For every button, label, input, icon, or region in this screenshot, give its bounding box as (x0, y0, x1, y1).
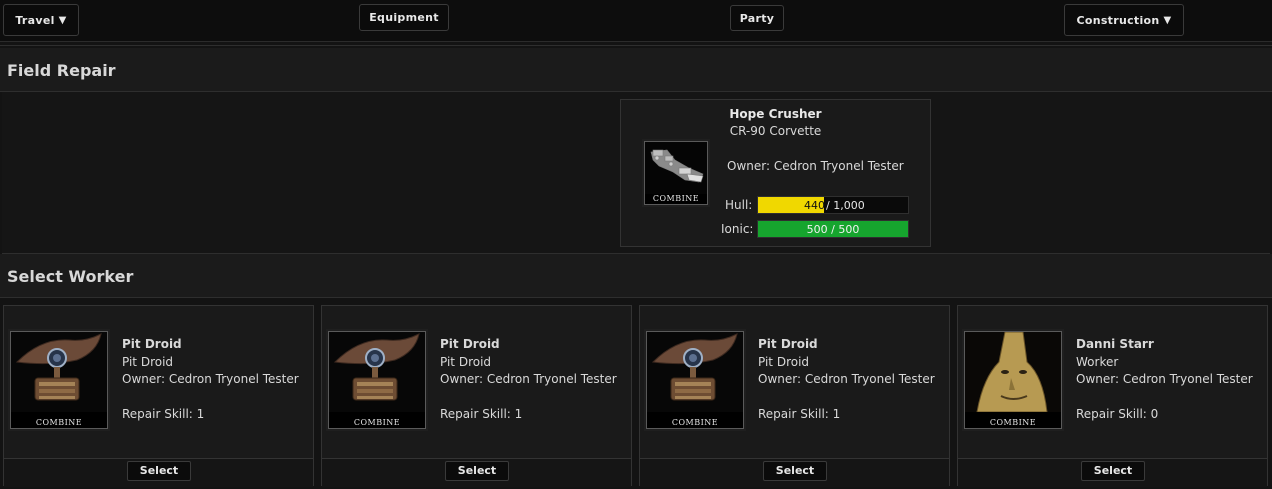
travel-menu-button[interactable]: Travel ▼ (3, 4, 79, 36)
ionic-value: 500 / 500 (806, 223, 860, 236)
hull-value: 440 (804, 199, 825, 212)
worker-repair-skill: Repair Skill: 0 (1076, 407, 1159, 421)
worker-portrait[interactable]: COMBINE (10, 331, 108, 429)
worker-owner: Owner: Cedron Tryonel Tester (122, 372, 299, 386)
select-worker-title: Select Worker (7, 267, 134, 286)
combine-badge: COMBINE (647, 417, 743, 428)
ship-owner: Owner: Cedron Tryonel Tester (727, 159, 904, 173)
hull-max: / 1,000 (826, 199, 865, 212)
combine-badge: COMBINE (645, 193, 707, 204)
select-worker-button[interactable]: Select (1081, 461, 1145, 481)
construction-menu-button[interactable]: Construction ▼ (1064, 4, 1184, 36)
worker-owner: Owner: Cedron Tryonel Tester (1076, 372, 1253, 386)
party-button[interactable]: Party (730, 5, 784, 31)
ship-name: Hope Crusher (729, 107, 822, 121)
equipment-button[interactable]: Equipment (359, 4, 449, 31)
pit-droid-icon (11, 332, 107, 412)
worker-name: Pit Droid (440, 337, 500, 351)
pit-droid-icon (329, 332, 425, 412)
top-navigation: Travel ▼ Equipment Party Construction ▼ (0, 0, 1272, 42)
worker-type: Pit Droid (122, 355, 174, 369)
worker-name: Pit Droid (758, 337, 818, 351)
worker-name: Pit Droid (122, 337, 182, 351)
select-worker-button[interactable]: Select (763, 461, 827, 481)
select-worker-button[interactable]: Select (445, 461, 509, 481)
worker-type: Pit Droid (440, 355, 492, 369)
field-repair-title: Field Repair (7, 61, 116, 80)
worker-repair-skill: Repair Skill: 1 (440, 407, 523, 421)
worker-repair-skill: Repair Skill: 1 (122, 407, 205, 421)
party-label: Party (739, 11, 775, 25)
ionic-label: Ionic: (721, 222, 754, 236)
select-worker-header: Select Worker (0, 254, 1272, 298)
worker-type: Worker (1076, 355, 1119, 369)
chevron-down-icon: ▼ (58, 14, 67, 26)
worker-portrait[interactable]: COMBINE (328, 331, 426, 429)
combine-badge: COMBINE (11, 417, 107, 428)
combine-badge: COMBINE (965, 417, 1061, 428)
travel-label: Travel (15, 13, 55, 27)
field-repair-header: Field Repair (0, 48, 1272, 92)
worker-portrait[interactable]: COMBINE (964, 331, 1062, 429)
chevron-down-icon: ▼ (1163, 14, 1172, 26)
worker-repair-skill: Repair Skill: 1 (758, 407, 841, 421)
pit-droid-icon (647, 332, 743, 412)
construction-label: Construction (1076, 13, 1160, 27)
corvette-icon (645, 142, 707, 194)
select-worker-button[interactable]: Select (127, 461, 191, 481)
worker-name: Danni Starr (1076, 337, 1154, 351)
hull-label: Hull: (725, 198, 753, 212)
alien-worker-icon (965, 332, 1061, 413)
combine-badge: COMBINE (329, 417, 425, 428)
worker-owner: Owner: Cedron Tryonel Tester (440, 372, 617, 386)
equipment-label: Equipment (369, 11, 439, 24)
worker-owner: Owner: Cedron Tryonel Tester (758, 372, 935, 386)
worker-portrait[interactable]: COMBINE (646, 331, 744, 429)
worker-type: Pit Droid (758, 355, 810, 369)
ship-image[interactable]: COMBINE (644, 141, 708, 205)
ionic-bar: 500 / 500 (757, 220, 909, 238)
nav-divider (0, 45, 1272, 46)
ship-type: CR-90 Corvette (729, 124, 822, 138)
hull-bar: 440 / 1,000 (757, 196, 909, 214)
